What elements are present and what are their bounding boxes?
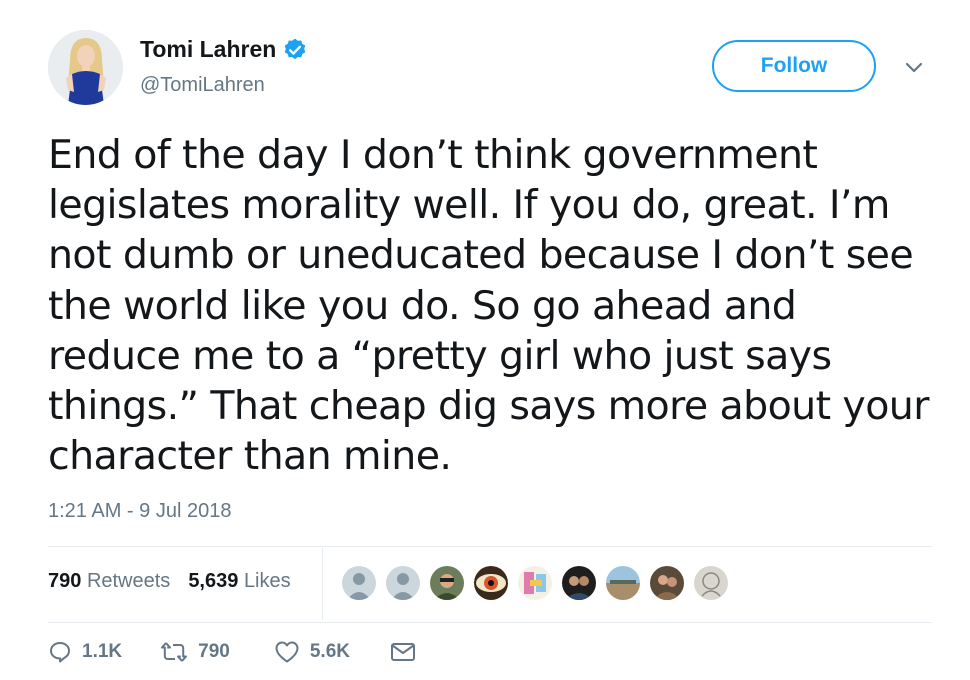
tweet-text: End of the day I don’t think government … (48, 130, 938, 481)
verified-badge-icon (282, 37, 308, 63)
retweet-icon (160, 640, 188, 664)
tweet-text-line: legislates morality well. If you do, gre… (48, 182, 890, 229)
envelope-icon (390, 641, 416, 663)
tweet-timestamp[interactable]: 1:21 AM - 9 Jul 2018 (48, 500, 231, 523)
liker-avatar[interactable] (384, 564, 422, 602)
chevron-down-icon[interactable] (902, 58, 926, 78)
retweets-label: Retweets (86, 570, 171, 592)
retweets-stat[interactable]: 790 Retweets (48, 570, 170, 593)
liker-avatar[interactable] (516, 564, 554, 602)
liker-avatar[interactable] (340, 564, 378, 602)
likes-count: 5,639 (188, 570, 239, 592)
liker-avatar[interactable] (472, 564, 510, 602)
heart-icon (274, 640, 300, 664)
like-button[interactable]: 5.6K (274, 640, 350, 664)
direct-message-button[interactable] (390, 641, 416, 663)
tweet-text-line: not dumb or uneducated because I don’t s… (48, 232, 914, 279)
tweet-actions: 1.1K 790 5.6K (48, 640, 416, 664)
retweet-button[interactable]: 790 (160, 640, 230, 664)
tweet-stats: 790 Retweets 5,639 Likes (48, 570, 291, 593)
liker-avatar[interactable] (428, 564, 466, 602)
author-handle[interactable]: @TomiLahren (140, 74, 265, 97)
tweet-text-line: reduce me to a “pretty girl who just say… (48, 332, 832, 379)
reply-count: 1.1K (82, 641, 123, 662)
liker-avatar[interactable] (692, 564, 730, 602)
liker-avatar[interactable] (604, 564, 642, 602)
follow-button[interactable]: Follow (712, 40, 876, 92)
tweet-text-line: End of the day I don’t think government (48, 132, 818, 178)
tweet-text-line: character than mine. (48, 433, 452, 480)
author-name[interactable]: Tomi Lahren (140, 36, 276, 63)
liker-avatar[interactable] (560, 564, 598, 602)
likes-stat[interactable]: 5,639 Likes (188, 570, 290, 593)
likers-avatars (340, 564, 736, 602)
liker-avatar[interactable] (648, 564, 686, 602)
retweets-count: 790 (48, 570, 82, 592)
like-count: 5.6K (309, 641, 350, 662)
reply-icon (48, 640, 72, 664)
retweet-count: 790 (198, 641, 230, 662)
divider (48, 546, 932, 547)
divider (48, 622, 932, 623)
tweet-text-line: the world like you do. So go ahead and (48, 282, 797, 329)
author-avatar[interactable] (48, 30, 123, 105)
divider (322, 548, 323, 620)
reply-button[interactable]: 1.1K (48, 640, 122, 664)
likes-label: Likes (243, 570, 291, 592)
tweet-text-line: things.” That cheap dig says more about … (48, 383, 929, 430)
